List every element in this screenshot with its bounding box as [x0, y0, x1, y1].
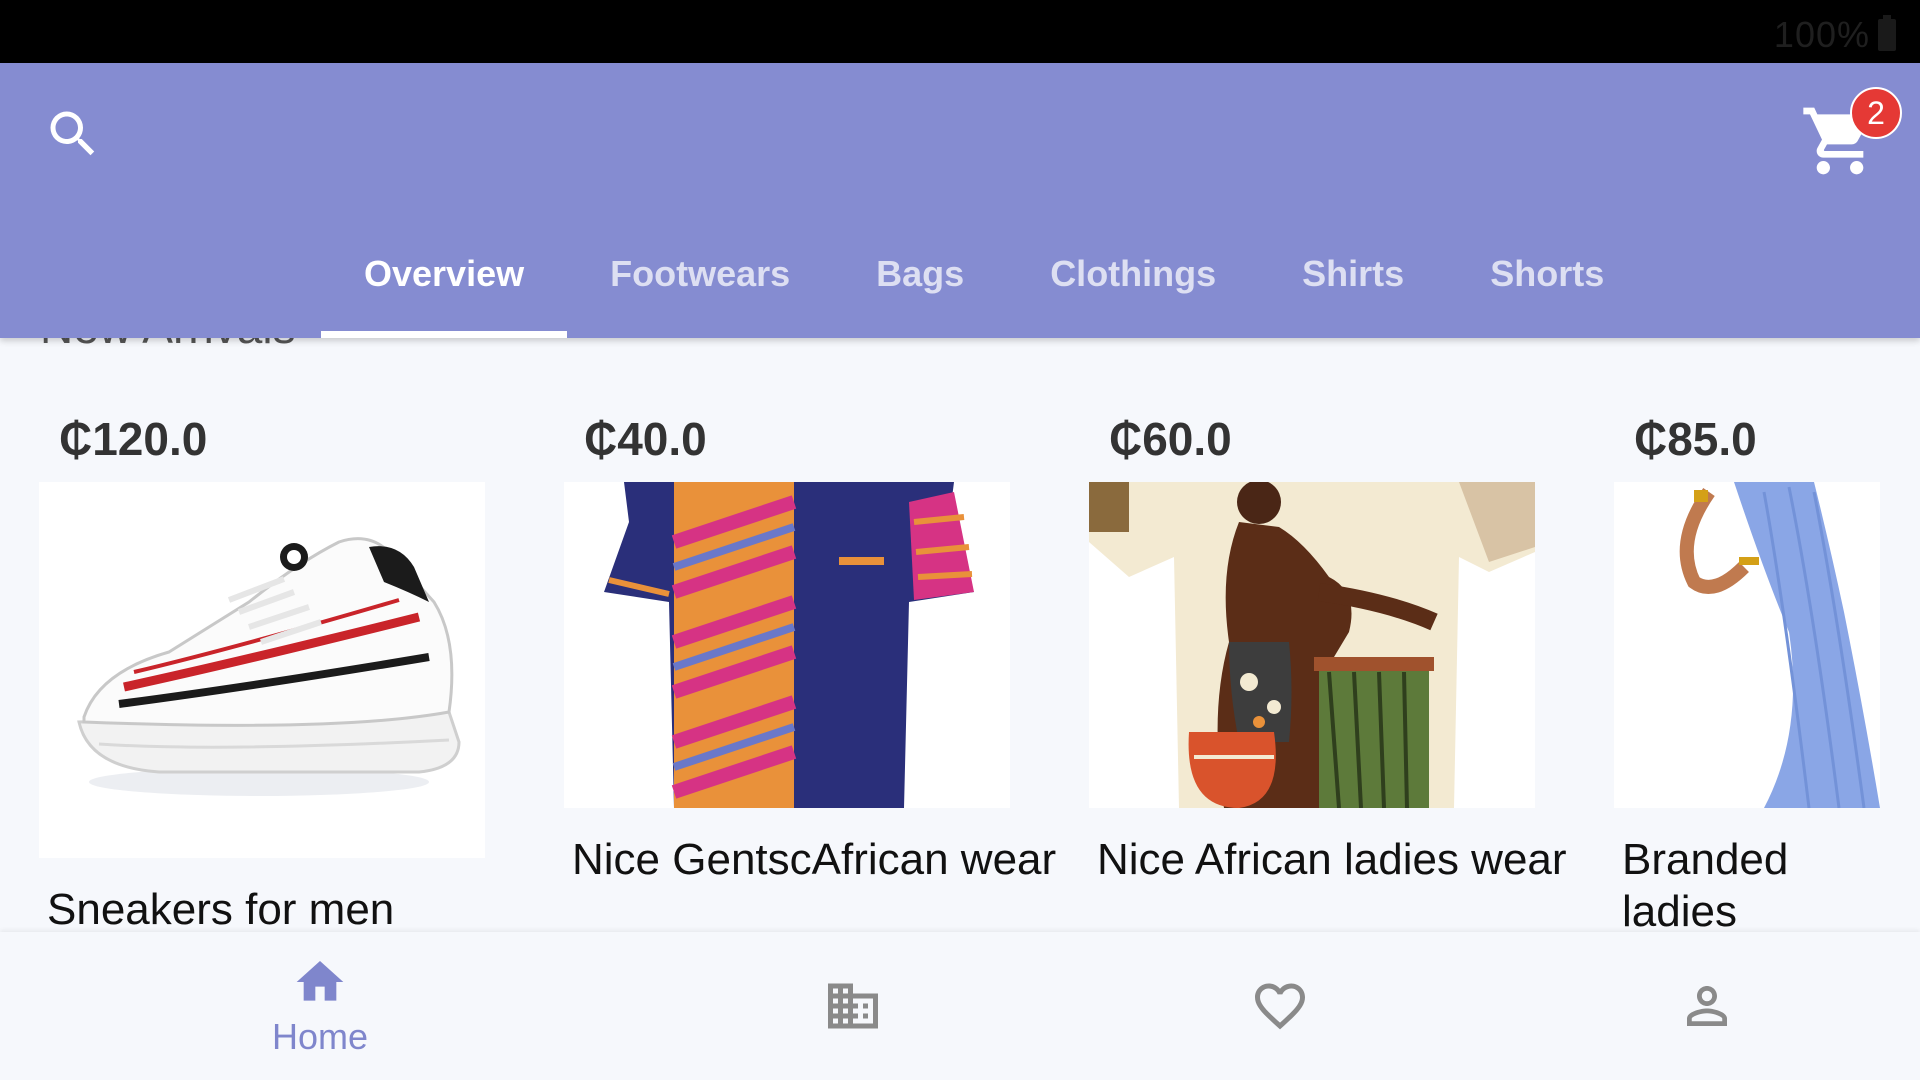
product-price: ₵120.0 — [59, 413, 208, 465]
bottom-navigation: Home — [0, 932, 1920, 1080]
product-price: ₵60.0 — [1109, 413, 1232, 465]
category-tabs: Overview Footwears Bags Clothings Shirts… — [321, 241, 1647, 338]
battery-status: 100% — [1774, 14, 1896, 56]
african-ladies-shirt-image — [1089, 482, 1535, 808]
cart-count-badge: 2 — [1850, 87, 1902, 139]
product-price: ₵85.0 — [1634, 413, 1757, 465]
tab-footwears[interactable]: Footwears — [567, 241, 833, 338]
product-name: Nice African ladies wear — [1097, 835, 1567, 884]
african-shirt-image — [564, 482, 1010, 808]
product-image[interactable] — [1089, 482, 1535, 808]
search-icon — [50, 111, 95, 156]
nav-item-profile[interactable] — [1494, 932, 1920, 1080]
product-price: ₵40.0 — [584, 413, 707, 465]
app-screen: 100% 2 Overview Footwears Bags Clothings… — [0, 0, 1920, 1080]
status-bar: 100% — [0, 0, 1920, 63]
search-button[interactable] — [38, 99, 108, 169]
product-image[interactable] — [39, 482, 485, 858]
tab-shorts[interactable]: Shorts — [1447, 241, 1647, 338]
product-name: Sneakers for men — [47, 885, 395, 934]
cart-button[interactable]: 2 — [1800, 87, 1902, 181]
product-image[interactable] — [564, 482, 1010, 808]
app-bar: 2 Overview Footwears Bags Clothings Shir… — [0, 63, 1920, 338]
tab-shirts[interactable]: Shirts — [1259, 241, 1447, 338]
product-name: Nice GentscAfrican wear — [572, 835, 1057, 884]
sneaker-image — [39, 482, 485, 858]
product-image[interactable] — [1614, 482, 1880, 808]
ladies-dress-image — [1614, 482, 1880, 808]
battery-icon — [1878, 15, 1896, 51]
tab-overview[interactable]: Overview — [321, 241, 568, 338]
nav-label-home: Home — [271, 1016, 369, 1057]
nav-item-favorites[interactable] — [1067, 932, 1493, 1080]
nav-item-home[interactable]: Home — [107, 932, 533, 1080]
tab-clothings[interactable]: Clothings — [1007, 241, 1259, 338]
building-icon — [828, 983, 878, 1029]
tab-bags[interactable]: Bags — [833, 241, 1007, 338]
heart-icon — [1255, 983, 1305, 1030]
person-icon — [1687, 986, 1727, 1026]
nav-item-stores[interactable] — [640, 932, 1066, 1080]
home-icon — [296, 961, 344, 1001]
battery-percent: 100% — [1773, 14, 1870, 55]
